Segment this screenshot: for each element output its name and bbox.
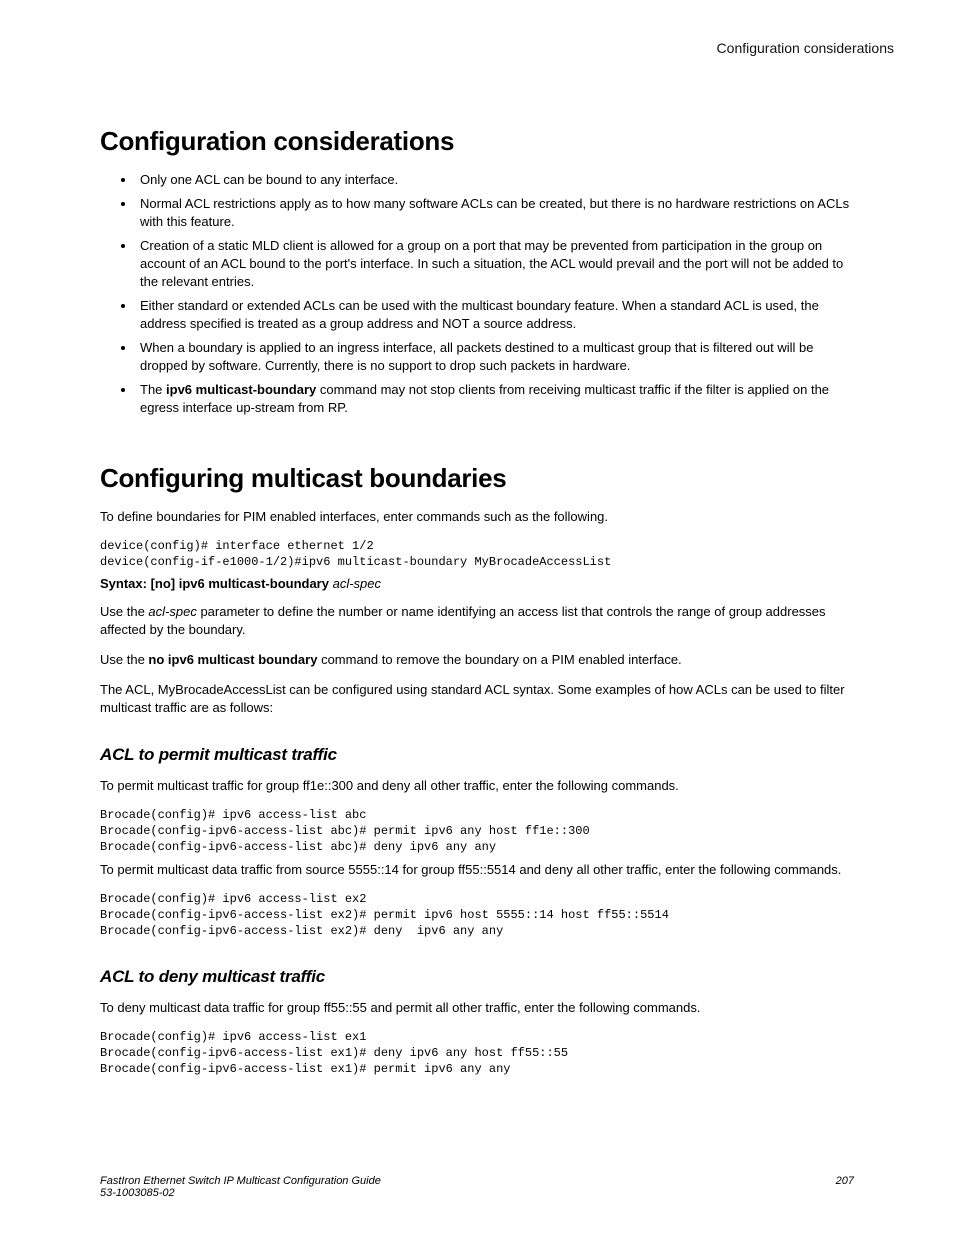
list-item: The ipv6 multicast-boundary command may … bbox=[136, 381, 854, 417]
doc-title: FastIron Ethernet Switch IP Multicast Co… bbox=[100, 1175, 381, 1187]
list-item: Only one ACL can be bound to any interfa… bbox=[136, 171, 854, 189]
list-item: When a boundary is applied to an ingress… bbox=[136, 339, 854, 375]
code-block: device(config)# interface ethernet 1/2 d… bbox=[100, 538, 854, 570]
text: The bbox=[140, 382, 166, 397]
bold-text: ipv6 multicast-boundary bbox=[166, 382, 316, 397]
syntax-italic: acl-spec bbox=[333, 576, 381, 591]
page-footer: 207 FastIron Ethernet Switch IP Multicas… bbox=[100, 1175, 854, 1199]
code-block: Brocade(config)# ipv6 access-list ex1 Br… bbox=[100, 1029, 854, 1077]
bullet-list: Only one ACL can be bound to any interfa… bbox=[100, 171, 854, 417]
paragraph: To permit multicast data traffic from so… bbox=[100, 861, 854, 879]
page: Configuration considerations Configurati… bbox=[0, 0, 954, 1235]
list-item: Either standard or extended ACLs can be … bbox=[136, 297, 854, 333]
paragraph: To permit multicast traffic for group ff… bbox=[100, 777, 854, 795]
page-number: 207 bbox=[836, 1175, 854, 1187]
intro-paragraph: To define boundaries for PIM enabled int… bbox=[100, 508, 854, 526]
paragraph: Use the acl-spec parameter to define the… bbox=[100, 603, 854, 639]
heading-config-multicast-boundaries: Configuring multicast boundaries bbox=[100, 463, 854, 494]
subheading-permit: ACL to permit multicast traffic bbox=[100, 745, 854, 765]
subheading-deny: ACL to deny multicast traffic bbox=[100, 967, 854, 987]
list-item: Normal ACL restrictions apply as to how … bbox=[136, 195, 854, 231]
running-header: Configuration considerations bbox=[100, 40, 894, 56]
heading-config-considerations: Configuration considerations bbox=[100, 126, 854, 157]
text: Use the bbox=[100, 604, 148, 619]
list-item: Creation of a static MLD client is allow… bbox=[136, 237, 854, 291]
code-block: Brocade(config)# ipv6 access-list ex2 Br… bbox=[100, 891, 854, 939]
doc-number: 53-1003085-02 bbox=[100, 1187, 175, 1199]
text: parameter to define the number or name i… bbox=[100, 604, 826, 637]
text: command to remove the boundary on a PIM … bbox=[317, 652, 681, 667]
code-block: Brocade(config)# ipv6 access-list abc Br… bbox=[100, 807, 854, 855]
syntax-bold: Syntax: [no] ipv6 multicast-boundary bbox=[100, 576, 329, 591]
paragraph: To deny multicast data traffic for group… bbox=[100, 999, 854, 1017]
paragraph: Use the no ipv6 multicast boundary comma… bbox=[100, 651, 854, 669]
paragraph: The ACL, MyBrocadeAccessList can be conf… bbox=[100, 681, 854, 717]
bold-text: no ipv6 multicast boundary bbox=[148, 652, 317, 667]
syntax-line: Syntax: [no] ipv6 multicast-boundary acl… bbox=[100, 576, 854, 591]
italic-text: acl-spec bbox=[148, 604, 196, 619]
text: Use the bbox=[100, 652, 148, 667]
